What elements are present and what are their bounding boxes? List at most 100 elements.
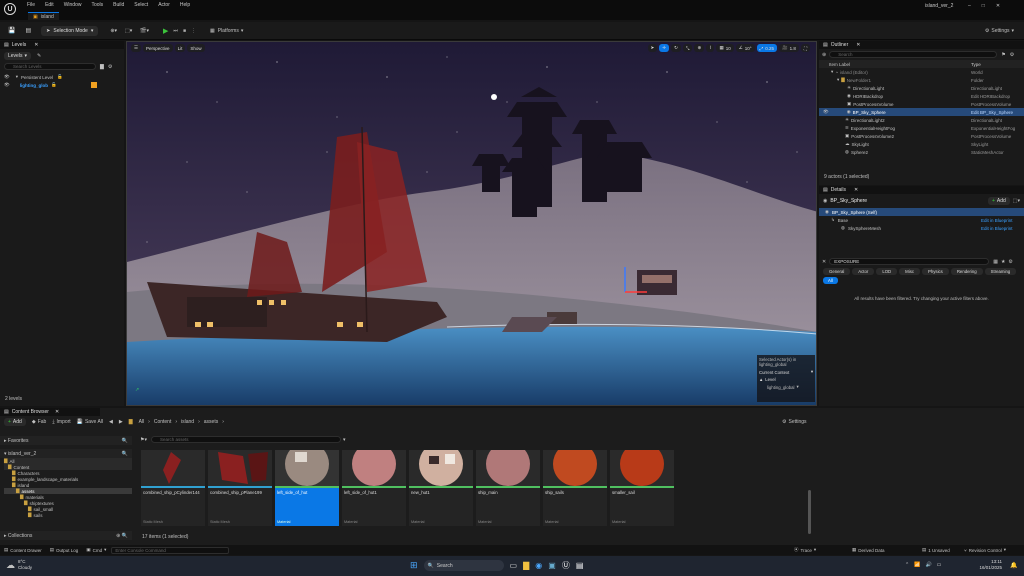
derived-data-button[interactable]: ▦ Derived Data — [852, 547, 885, 553]
component-row-mesh[interactable]: ◍ SkySphereMesh Edit in Blueprint — [819, 224, 1024, 232]
tab-streaming[interactable]: Streaming — [984, 268, 1017, 275]
outliner-row[interactable]: ☁ SkyLight SkyLight — [819, 140, 1024, 148]
outliner-row[interactable]: ≋ ExponentialHeightFog ExponentialHeight… — [819, 124, 1024, 132]
outliner-row[interactable]: ▣ PostProcessVolume2 PostProcessVolume — [819, 132, 1024, 140]
col-item-label[interactable]: Item Label — [829, 62, 850, 67]
search-icon[interactable]: 🔍 — [122, 451, 128, 457]
close-icon[interactable]: ✕ — [34, 42, 38, 48]
lit-button[interactable]: Lit — [174, 44, 186, 52]
lock-icon[interactable]: 🔓 — [57, 74, 63, 80]
weather-widget[interactable]: ☁ 8°C Cloudy — [6, 559, 32, 571]
battery-icon[interactable]: ▭ — [937, 562, 942, 568]
menu-actor[interactable]: Actor — [158, 2, 170, 8]
add-collection-icon[interactable]: ⊕ — [116, 533, 120, 539]
filter-icon[interactable]: ⚑ — [1001, 52, 1005, 58]
import-button[interactable]: ⤓ Import — [52, 419, 70, 425]
world-space-icon[interactable]: ⊕ — [694, 44, 705, 52]
level-tab[interactable]: ▣ island — [28, 12, 59, 20]
component-row-self[interactable]: ◉ BP_Sky_Sphere (Self) — [819, 208, 1024, 216]
outliner-row[interactable]: ▾ ◔ island (Editor) World — [819, 68, 1024, 76]
gear-icon[interactable]: ⚙ — [1008, 259, 1012, 265]
fab-button[interactable]: ◆ Fab — [32, 419, 46, 425]
camera-speed-button[interactable]: 🎥 1.8 — [778, 44, 799, 52]
outliner-search-input[interactable]: Search — [829, 51, 998, 58]
asset-search-input[interactable]: Search assets — [151, 436, 341, 443]
eye-icon[interactable]: 👁 — [4, 82, 10, 88]
surface-snap-icon[interactable]: ⌇ — [706, 44, 715, 52]
revision-control-button[interactable]: ⑂ Revision Control ▾ — [964, 547, 1006, 553]
menu-help[interactable]: Help — [180, 2, 190, 8]
tab-general[interactable]: General — [823, 268, 851, 275]
content-settings-button[interactable]: ⚙ Settings — [782, 419, 807, 425]
tab-rendering[interactable]: Rendering — [950, 268, 983, 275]
tab-physics[interactable]: Physics — [922, 268, 949, 275]
taskbar-search[interactable]: 🔍 Search — [423, 560, 504, 571]
level-viewport[interactable]: ☰ Perspective Lit Show ➤ ✛ ↻ ⤡ ⊕ ⌇ ▦ 10 … — [126, 41, 817, 406]
tab-lod[interactable]: LOD — [876, 268, 898, 275]
translate-tool-icon[interactable]: ✛ — [659, 44, 670, 52]
windows-start-icon[interactable]: ⊞ — [410, 560, 418, 571]
edit-in-blueprint-link[interactable]: Edit in Blueprint — [981, 226, 1013, 231]
outliner-row[interactable]: ◉ HDRIBackdrop Edit HDRIBackdrop — [819, 92, 1024, 100]
wifi-icon[interactable]: 📶 — [914, 562, 920, 568]
save-all-button[interactable]: 💾 Save All — [77, 419, 103, 425]
app-taskbar-icon[interactable]: ▤ — [576, 561, 584, 570]
task-view-icon[interactable]: ▭ — [510, 561, 518, 570]
gear-icon[interactable]: ⚙ — [1010, 52, 1014, 58]
chevron-down-icon[interactable]: ▾ — [343, 437, 346, 443]
asset-tile[interactable]: combined_ship_pCylinder144 Static Mesh — [141, 450, 205, 526]
menu-build[interactable]: Build — [113, 2, 124, 8]
gear-icon[interactable]: ⚙ — [108, 64, 112, 70]
asset-tile[interactable]: ship_sails Material — [543, 450, 607, 526]
asset-tile[interactable]: combined_ship_pPlane199 Static Mesh — [208, 450, 272, 526]
breadcrumb-island[interactable]: island — [181, 419, 194, 425]
current-context-dropdown[interactable]: Current Context ▾ — [759, 369, 813, 375]
photos-icon[interactable]: ▣ — [548, 561, 556, 570]
outliner-type-link[interactable]: Edit HDRIBackdrop — [971, 94, 1010, 99]
scale-snap-button[interactable]: ⤢ 0.25 — [756, 44, 777, 52]
eye-icon[interactable]: 👁 — [823, 109, 829, 115]
select-tool-icon[interactable]: ➤ — [647, 44, 658, 52]
lock-icon[interactable]: 🔓 — [51, 82, 57, 88]
menu-window[interactable]: Window — [64, 2, 82, 8]
filter-icon[interactable]: ⚑▾ — [140, 437, 147, 443]
settings-button[interactable]: ⚙ Settings ▾ — [985, 28, 1014, 34]
edit-in-blueprint-link[interactable]: Edit in Blueprint — [981, 218, 1013, 223]
sequencer-icon[interactable]: 🎬▾ — [140, 28, 149, 34]
asset-tile[interactable]: ship_main Material — [476, 450, 540, 526]
outliner-type-link[interactable]: Edit BP_Sky_Sphere — [971, 110, 1013, 115]
level-row-lighting[interactable]: 👁 lighting_glob 🔓 — [4, 81, 120, 89]
breadcrumb-all[interactable]: All — [139, 419, 145, 425]
outliner-row[interactable]: ▣ PostProcessVolume PostProcessVolume — [819, 100, 1024, 108]
add-asset-button[interactable]: + Add — [4, 418, 26, 426]
platforms-dropdown[interactable]: ▦ Platforms ▾ — [210, 28, 243, 34]
volume-icon[interactable]: 🔊 — [925, 562, 931, 568]
folder-icon[interactable]: ▇ — [129, 419, 133, 425]
grid-snap-button[interactable]: ▦ 10 — [716, 44, 734, 52]
level-context-dropdown[interactable]: lighting_global ▾ — [759, 384, 813, 390]
project-section[interactable]: ▾ island_ver_2 🔍 — [0, 449, 132, 458]
outliner-row[interactable]: ◍ Sphere2 StaticMeshActor — [819, 148, 1024, 156]
tray-chevron-icon[interactable]: ⌃ — [905, 562, 909, 568]
close-icon[interactable]: ✕ — [55, 409, 59, 415]
asset-tile[interactable]: left_side_of_hut1 Material — [342, 450, 406, 526]
file-explorer-icon[interactable]: ▇ — [523, 561, 529, 570]
breadcrumb-assets[interactable]: assets — [204, 419, 218, 425]
cmd-dropdown[interactable]: ▣ Cmd ▾ — [86, 547, 106, 553]
blueprint-icon[interactable]: ⬚▾ — [1013, 198, 1020, 204]
expand-icon[interactable]: ▾ — [831, 69, 833, 75]
minimize-icon[interactable]: – — [968, 3, 971, 9]
content-scrollbar[interactable] — [808, 490, 811, 534]
unreal-logo-icon[interactable]: U — [4, 3, 16, 15]
blueprint-icon[interactable]: ⬚▾ — [125, 28, 132, 34]
eye-icon[interactable]: 👁 — [4, 74, 10, 80]
step-icon[interactable]: ⏭ — [173, 28, 178, 34]
unsaved-button[interactable]: ▤ 1 Unsaved — [922, 547, 950, 553]
show-button[interactable]: Show — [187, 44, 205, 52]
clear-filter-icon[interactable]: ✕ — [822, 259, 826, 265]
levels-dropdown[interactable]: Levels ▾ — [4, 52, 31, 60]
scene-render[interactable] — [127, 42, 817, 406]
expand-icon[interactable]: ▾ — [837, 77, 839, 83]
back-icon[interactable]: ◀ — [109, 419, 113, 425]
menu-select[interactable]: Select — [134, 2, 148, 8]
